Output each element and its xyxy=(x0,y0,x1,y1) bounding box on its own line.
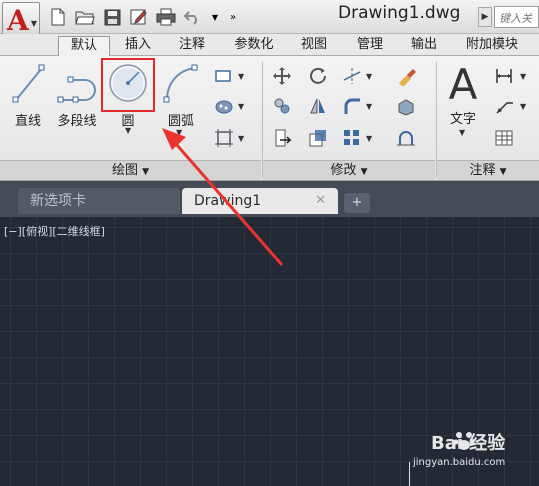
crosshair-cursor xyxy=(409,462,410,486)
modify-panel-title-text: 修改 xyxy=(330,163,357,178)
autocad-logo-icon: A xyxy=(7,4,29,37)
polyline-icon xyxy=(57,76,96,103)
document-tab-bar: 新选项卡 Drawing1 ✕ + xyxy=(0,181,539,217)
explode-icon[interactable] xyxy=(396,96,416,116)
draw-panel-title-text: 绘图 xyxy=(111,163,138,178)
add-tab-button[interactable]: + xyxy=(344,193,370,213)
line-icon xyxy=(12,64,45,103)
tab-addins[interactable]: 附加模块 xyxy=(456,36,528,56)
new-file-icon[interactable] xyxy=(48,7,68,27)
draw-panel-title[interactable]: 绘图 ▼ xyxy=(0,160,261,180)
modify-panel-title[interactable]: 修改 ▼ xyxy=(263,160,435,180)
plus-icon: + xyxy=(351,195,363,210)
circle-tool-highlight xyxy=(101,58,155,112)
tab-new-label: 新选项卡 xyxy=(30,193,86,209)
trim-icon[interactable] xyxy=(342,66,362,86)
rectangle-icon[interactable] xyxy=(214,66,234,86)
tab-drawing1[interactable]: Drawing1 ✕ xyxy=(182,188,338,214)
save-as-icon[interactable] xyxy=(129,7,149,27)
hatch-icon[interactable] xyxy=(214,96,234,116)
chevron-down-icon: ▼ xyxy=(142,167,150,177)
chevron-down-icon[interactable]: ▼ xyxy=(520,102,526,111)
polyline-tool-label: 多段线 xyxy=(57,114,97,129)
tab-drawing1-label: Drawing1 xyxy=(194,193,262,209)
scale-icon[interactable] xyxy=(308,128,328,148)
viewport-controls-label[interactable]: [−][俯视][二维线框] xyxy=(4,223,105,239)
arc-tool-label: 圆弧 xyxy=(167,114,194,129)
chevron-down-icon: ▼ xyxy=(499,167,507,177)
tab-view[interactable]: 视图 xyxy=(294,36,334,56)
ribbon-tab-bar: 默认 插入 注释 参数化 视图 管理 输出 附加模块 xyxy=(0,34,539,56)
save-icon[interactable] xyxy=(102,7,122,27)
stretch-icon[interactable] xyxy=(272,128,292,148)
chevron-down-icon[interactable]: ▼ xyxy=(366,102,372,111)
line-tool-button[interactable]: 直线 xyxy=(4,62,52,129)
arc-tool-button[interactable]: 圆弧 ▼ xyxy=(158,62,204,137)
watermark-url: jingyan.baidu.com xyxy=(413,457,506,468)
undo-icon[interactable] xyxy=(183,7,203,27)
erase-icon[interactable] xyxy=(396,66,416,86)
tab-insert[interactable]: 插入 xyxy=(116,36,160,56)
search-input[interactable]: 键入关 xyxy=(494,6,539,28)
chevron-down-icon[interactable]: ▼ xyxy=(238,72,244,81)
boundary-icon[interactable] xyxy=(214,128,234,148)
chevron-down-icon[interactable]: ▼ xyxy=(520,72,526,81)
tab-annotate[interactable]: 注释 xyxy=(170,36,214,56)
ribbon: 直线 多段线 圆 ▼ 圆弧 ▼ ▼ ▼ ▼ 绘图 ▼ ▼ ▼ ▼ 修改 ▼ A … xyxy=(0,56,539,181)
chevron-down-icon[interactable]: ▼ xyxy=(238,134,244,143)
chevron-down-icon[interactable]: ▼ xyxy=(176,128,182,137)
chevron-down-icon[interactable]: ▼ xyxy=(459,128,465,137)
chevron-down-icon: ▼ xyxy=(360,167,368,177)
tab-manage[interactable]: 管理 xyxy=(348,36,392,56)
open-folder-icon[interactable] xyxy=(75,7,95,27)
rotate-icon[interactable] xyxy=(308,66,328,86)
line-tool-label: 直线 xyxy=(14,114,41,129)
more-icon[interactable]: » xyxy=(227,7,239,27)
tab-default[interactable]: 默认 xyxy=(58,36,110,56)
tab-new[interactable]: 新选项卡 xyxy=(18,188,180,214)
chevron-down-icon[interactable]: ▼ xyxy=(125,126,131,135)
print-icon[interactable] xyxy=(156,7,176,27)
undo-dropdown-icon[interactable]: ▼ xyxy=(210,7,220,27)
annotation-panel-title-text: 注释 xyxy=(469,163,496,178)
offset-icon[interactable] xyxy=(396,128,416,148)
close-icon[interactable]: ✕ xyxy=(315,188,326,214)
leader-icon[interactable] xyxy=(494,96,514,116)
watermark-brand: Bai 经验 xyxy=(431,433,506,454)
text-tool-button[interactable]: A 文字 ▼ xyxy=(440,60,486,138)
baidu-watermark: Bai 经验 jingyan.baidu.com xyxy=(411,427,539,486)
copy-icon[interactable] xyxy=(272,96,292,116)
mirror-icon[interactable] xyxy=(308,96,328,116)
quick-access-toolbar: ▼ » xyxy=(48,6,239,28)
text-tool-label: 文字 xyxy=(449,112,476,127)
arc-icon xyxy=(163,64,198,103)
chevron-down-icon: ▼ xyxy=(30,19,37,28)
title-bar: A ▼ ▼ » Drawing1.dwg ▶ 键入关 xyxy=(0,0,539,40)
table-icon[interactable] xyxy=(494,128,514,148)
array-icon[interactable] xyxy=(342,128,362,148)
fillet-icon[interactable] xyxy=(342,96,362,116)
polyline-tool-button[interactable]: 多段线 xyxy=(52,62,102,129)
play-icon[interactable]: ▶ xyxy=(478,7,492,27)
chevron-down-icon[interactable]: ▼ xyxy=(238,102,244,111)
tab-output[interactable]: 输出 xyxy=(404,36,444,56)
tab-parametric[interactable]: 参数化 xyxy=(226,36,282,56)
text-a-icon: A xyxy=(448,60,478,109)
chevron-down-icon[interactable]: ▼ xyxy=(366,134,372,143)
move-icon[interactable] xyxy=(272,66,292,86)
chevron-down-icon[interactable]: ▼ xyxy=(366,72,372,81)
annotation-panel-title[interactable]: 注释 ▼ xyxy=(437,160,539,180)
dimension-icon[interactable] xyxy=(494,66,514,86)
window-title: Drawing1.dwg xyxy=(338,3,461,23)
